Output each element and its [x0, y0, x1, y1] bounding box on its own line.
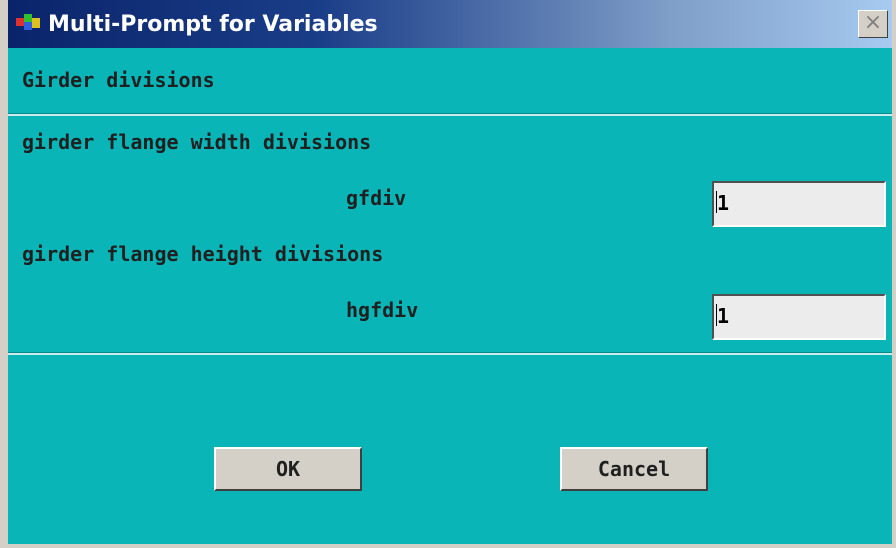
window-title: Multi-Prompt for Variables [48, 11, 378, 37]
ok-button[interactable]: OK [214, 447, 362, 491]
prompt-description-1: girder flange width divisions [22, 130, 372, 154]
hgfdiv-value: 1 [717, 304, 730, 328]
divider-top [8, 113, 892, 116]
prompt-variable-1: gfdiv [346, 186, 407, 210]
title-bar[interactable]: Multi-Prompt for Variables × [8, 0, 892, 48]
divider-bottom [8, 352, 892, 355]
hgfdiv-input[interactable]: 1 [712, 294, 886, 340]
cancel-button[interactable]: Cancel [560, 447, 708, 491]
close-button[interactable]: × [858, 10, 888, 38]
close-icon: × [863, 10, 883, 35]
gfdiv-value: 1 [717, 191, 730, 215]
dialog-heading: Girder divisions [22, 68, 215, 92]
app-icon [16, 14, 42, 34]
gfdiv-input[interactable]: 1 [712, 181, 886, 227]
prompt-description-2: girder flange height divisions [22, 242, 384, 266]
prompt-variable-2: hgfdiv [346, 298, 419, 322]
